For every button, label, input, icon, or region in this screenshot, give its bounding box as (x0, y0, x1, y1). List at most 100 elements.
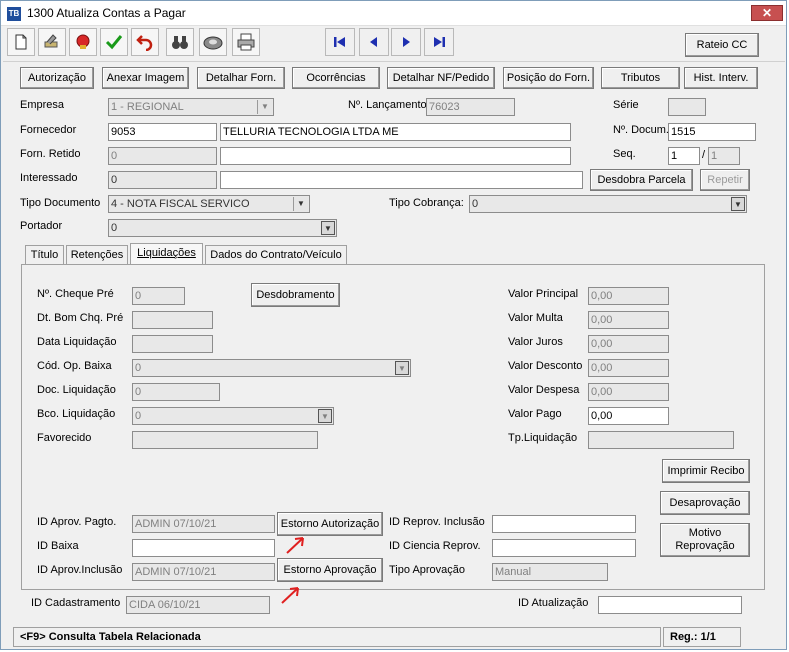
valor-multa-label: Valor Multa (508, 312, 563, 324)
fornecedor-label: Fornecedor (20, 124, 77, 136)
ocorrencias-button[interactable]: Ocorrências (292, 67, 380, 89)
fornecedor-code-field[interactable]: 9053 (108, 123, 217, 141)
favorecido-label: Favorecido (37, 432, 92, 444)
valor-multa-field[interactable]: 0,00 (588, 311, 669, 329)
id-reprov-inclusao-field[interactable] (492, 515, 636, 533)
motivo-reprovacao-button[interactable]: Motivo Reprovação (660, 523, 750, 557)
next-record-icon[interactable] (391, 28, 421, 56)
id-cadastramento-field[interactable]: CIDA 06/10/21 (126, 596, 270, 614)
valor-juros-label: Valor Juros (508, 336, 563, 348)
first-record-icon[interactable] (325, 28, 355, 56)
data-liquidacao-field[interactable] (132, 335, 213, 353)
id-aprov-inclusao-label: ID Aprov.Inclusão (37, 564, 123, 576)
chevron-down-icon: ▼ (293, 197, 308, 211)
id-aprov-pagto-field[interactable]: ADMIN 07/10/21 (132, 515, 275, 533)
tab-retencoes[interactable]: Retenções (66, 245, 128, 264)
id-baixa-field[interactable] (132, 539, 275, 557)
undo-icon[interactable] (131, 28, 159, 56)
portador-select[interactable]: 0 ▼ (108, 219, 337, 237)
status-hint: <F9> Consulta Tabela Relacionada (13, 627, 661, 647)
cheque-pre-label: Nº. Cheque Pré (37, 288, 114, 300)
tributos-button[interactable]: Tributos (601, 67, 680, 89)
documento-label: Nº. Docum. (613, 124, 669, 136)
close-button[interactable]: ✕ (751, 5, 783, 21)
annotation-arrow-icon (286, 537, 304, 554)
seal-icon[interactable] (69, 28, 97, 56)
window-title: 1300 Atualiza Contas a Pagar (27, 6, 186, 20)
desdobra-parcela-button[interactable]: Desdobra Parcela (590, 169, 693, 191)
interessado-name-field[interactable] (220, 171, 583, 189)
documento-field[interactable]: 1515 (668, 123, 756, 141)
app-icon: TB (7, 7, 21, 21)
id-ciencia-reprov-field[interactable] (492, 539, 636, 557)
desdobramento-button[interactable]: Desdobramento (251, 283, 340, 307)
forn-retido-label: Forn. Retido (20, 148, 81, 160)
cod-op-baixa-select[interactable]: 0 ▼ (132, 359, 411, 377)
tipo-cobranca-select[interactable]: 0 ▼ (469, 195, 747, 213)
autorizacao-button[interactable]: Autorização (20, 67, 94, 89)
forn-retido-name-field[interactable] (220, 147, 571, 165)
printer-icon[interactable] (232, 28, 260, 56)
doc-liquidacao-label: Doc. Liquidação (37, 384, 116, 396)
interessado-code-field[interactable]: 0 (108, 171, 217, 189)
fornecedor-name-field[interactable]: TELLURIA TECNOLOGIA LTDA ME (220, 123, 571, 141)
serie-field[interactable] (668, 98, 706, 116)
tab-dados-contrato[interactable]: Dados do Contrato/Veículo (205, 245, 347, 264)
detalhar-nf-pedido-button[interactable]: Detalhar NF/Pedido (387, 67, 495, 89)
id-aprov-inclusao-field[interactable]: ADMIN 07/10/21 (132, 563, 275, 581)
status-bar: <F9> Consulta Tabela Relacionada Reg.: 1… (3, 627, 785, 647)
dt-bom-field[interactable] (132, 311, 213, 329)
tipo-documento-select[interactable]: 4 - NOTA FISCAL SERVICO ▼ (108, 195, 310, 213)
rateio-cc-button[interactable]: Rateio CC (685, 33, 759, 57)
posicao-forn-button[interactable]: Posição do Forn. (503, 67, 594, 89)
tab-liquidacoes[interactable]: Liquidações (130, 243, 203, 265)
estorno-autorizacao-button[interactable]: Estorno Autorização (277, 512, 383, 536)
check-icon[interactable] (100, 28, 128, 56)
new-document-icon[interactable] (7, 28, 35, 56)
id-baixa-label: ID Baixa (37, 540, 79, 552)
portador-value: 0 (111, 222, 118, 234)
id-atualizacao-field[interactable] (598, 596, 742, 614)
cheque-pre-field[interactable]: 0 (132, 287, 185, 305)
binoculars-icon[interactable] (166, 28, 194, 56)
tipo-documento-value: 4 - NOTA FISCAL SERVICO (111, 198, 250, 210)
repetir-button[interactable]: Repetir (700, 169, 750, 191)
forn-retido-code-field[interactable]: 0 (108, 147, 217, 165)
bco-liquidacao-select[interactable]: 0 ▼ (132, 407, 334, 425)
motivo-line1: Motivo (688, 527, 722, 539)
id-cadastramento-label: ID Cadastramento (31, 597, 121, 609)
tipo-cobranca-label: Tipo Cobrança: (389, 197, 464, 209)
valor-despesa-field[interactable]: 0,00 (588, 383, 669, 401)
tab-titulo[interactable]: Título (25, 245, 64, 264)
valor-pago-field[interactable]: 0,00 (588, 407, 669, 425)
tipo-aprovacao-field[interactable]: Manual (492, 563, 608, 581)
main-window: TB 1300 Atualiza Contas a Pagar ✕ Rateio… (0, 0, 787, 650)
favorecido-field[interactable] (132, 431, 318, 449)
lancamento-field[interactable]: 76023 (426, 98, 515, 116)
annotation-arrow-icon (281, 587, 299, 604)
tools-icon[interactable] (38, 28, 66, 56)
hist-interv-button[interactable]: Hist. Interv. (684, 67, 758, 89)
anexar-imagem-button[interactable]: Anexar Imagem (102, 67, 189, 89)
disk-icon[interactable] (199, 28, 227, 56)
valor-desconto-field[interactable]: 0,00 (588, 359, 669, 377)
last-record-icon[interactable] (424, 28, 454, 56)
tp-liquidacao-field[interactable] (588, 431, 734, 449)
estorno-aprovacao-button[interactable]: Estorno Aprovação (277, 558, 383, 582)
desaprovacao-button[interactable]: Desaprovação (660, 491, 750, 515)
valor-principal-field[interactable]: 0,00 (588, 287, 669, 305)
data-liquidacao-label: Data Liquidação (37, 336, 117, 348)
valor-principal-label: Valor Principal (508, 288, 579, 300)
previous-record-icon[interactable] (359, 28, 389, 56)
empresa-select[interactable]: 1 - REGIONAL ▼ (108, 98, 274, 116)
tipo-cobranca-value: 0 (472, 198, 479, 210)
tipo-aprovacao-label: Tipo Aprovação (389, 564, 466, 576)
valor-juros-field[interactable]: 0,00 (588, 335, 669, 353)
seq-total-field[interactable]: 1 (708, 147, 740, 165)
imprimir-recibo-button[interactable]: Imprimir Recibo (662, 459, 750, 483)
valor-desconto-label: Valor Desconto (508, 360, 583, 372)
doc-liquidacao-field[interactable]: 0 (132, 383, 220, 401)
detalhar-forn-button[interactable]: Detalhar Forn. (197, 67, 285, 89)
toolbar: Rateio CC (3, 27, 785, 62)
seq-field[interactable]: 1 (668, 147, 700, 165)
